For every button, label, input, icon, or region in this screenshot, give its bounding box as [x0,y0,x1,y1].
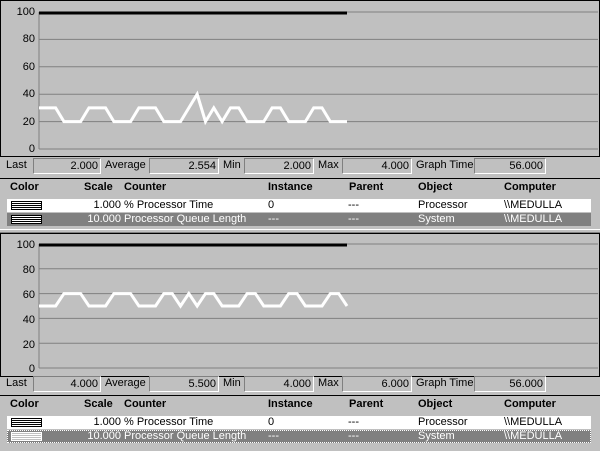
parent: --- [348,213,359,225]
graph-time-label: Graph Time [416,159,474,171]
legend-row[interactable]: 10.000 Processor Queue Length --- --- Sy… [7,430,591,443]
scale: 10.000 [87,430,121,442]
legend-row[interactable]: 1.000 % Processor Time 0 --- Processor \… [7,416,591,429]
legend-header-color: Color [10,181,39,193]
min-label: Min [223,377,241,389]
legend-row[interactable]: 10.000 Processor Queue Length --- --- Sy… [7,213,591,226]
chart-pane-1: 100 80 60 40 20 0 Last 2.000 Average 2.5… [0,0,600,229]
series-line-processor-time [39,290,349,309]
computer: \\MEDULLA [504,430,563,442]
computer: \\MEDULLA [504,213,563,225]
counter: Processor Queue Length [124,213,247,225]
y-tick-label: 80 [22,264,35,276]
average-value: 5.500 [149,376,219,392]
legend: Color Scale Counter Instance Parent Obje… [0,395,600,451]
legend-row[interactable]: 1.000 % Processor Time 0 --- Processor \… [7,199,591,212]
counter: % Processor Time [124,199,214,211]
legend-header-object: Object [418,181,453,193]
color-swatch [11,432,42,441]
counter: % Processor Time [124,416,214,428]
graph-time-value: 56.000 [474,158,546,174]
scale: 1.000 [93,199,121,211]
parent: --- [348,199,359,211]
min-label: Min [223,159,241,171]
last-label: Last [6,377,27,389]
y-tick-label: 100 [16,239,35,251]
scale: 1.000 [93,416,121,428]
legend-header-object: Object [418,398,453,410]
line-chart [38,243,598,369]
legend: Color Scale Counter Instance Parent Obje… [0,178,600,229]
last-value: 2.000 [33,158,101,174]
legend-header-counter: Counter [124,398,167,410]
average-value: 2.554 [149,158,219,174]
y-tick-label: 20 [22,339,35,351]
computer: \\MEDULLA [504,199,563,211]
min-value: 4.000 [244,376,314,392]
object: System [418,213,455,225]
max-label: Max [318,377,339,389]
statistics-bar: Last 4.000 Average 5.500 Min 4.000 Max 6… [0,375,600,393]
y-tick-label: 100 [16,6,35,18]
legend-header-scale: Scale [84,181,113,193]
y-tick-label: 20 [22,116,35,128]
max-value: 4.000 [342,158,412,174]
y-tick-label: 80 [22,33,35,45]
instance: --- [268,430,279,442]
object: Processor [418,199,468,211]
instance: 0 [268,416,275,428]
graph-time-label: Graph Time [416,377,474,389]
y-tick-label: 0 [28,363,35,375]
instance: --- [268,213,279,225]
average-label: Average [105,159,146,171]
y-tick-label: 40 [22,314,35,326]
y-tick-label: 60 [22,61,35,73]
max-label: Max [318,159,339,171]
graph-time-value: 56.000 [474,376,546,392]
graph-area[interactable]: 100 80 60 40 20 0 [0,233,600,377]
y-tick-label: 60 [22,289,35,301]
instance: 0 [268,199,275,211]
statistics-bar: Last 2.000 Average 2.554 Min 2.000 Max 4… [0,157,600,175]
line-chart [38,11,598,150]
last-label: Last [6,159,27,171]
scale: 10.000 [87,213,121,225]
color-swatch [11,418,42,427]
object: Processor [418,416,468,428]
average-label: Average [105,377,146,389]
legend-header-parent: Parent [349,398,384,410]
series-line-processor-time [39,90,347,126]
y-tick-label: 0 [28,143,35,155]
legend-header-instance: Instance [268,398,313,410]
max-value: 6.000 [342,376,412,392]
legend-header-color: Color [10,398,39,410]
y-tick-label: 40 [22,88,35,100]
graph-area[interactable]: 100 80 60 40 20 0 [0,0,600,157]
legend-header-computer: Computer [504,398,556,410]
counter: Processor Queue Length [124,430,247,442]
last-value: 4.000 [33,376,101,392]
computer: \\MEDULLA [504,416,563,428]
legend-header-counter: Counter [124,181,167,193]
color-swatch [11,201,42,210]
legend-header-scale: Scale [84,398,113,410]
parent: --- [348,416,359,428]
legend-header-parent: Parent [349,181,384,193]
color-swatch [11,215,42,224]
legend-header-instance: Instance [268,181,313,193]
legend-header-computer: Computer [504,181,556,193]
min-value: 2.000 [244,158,314,174]
object: System [418,430,455,442]
parent: --- [348,430,359,442]
